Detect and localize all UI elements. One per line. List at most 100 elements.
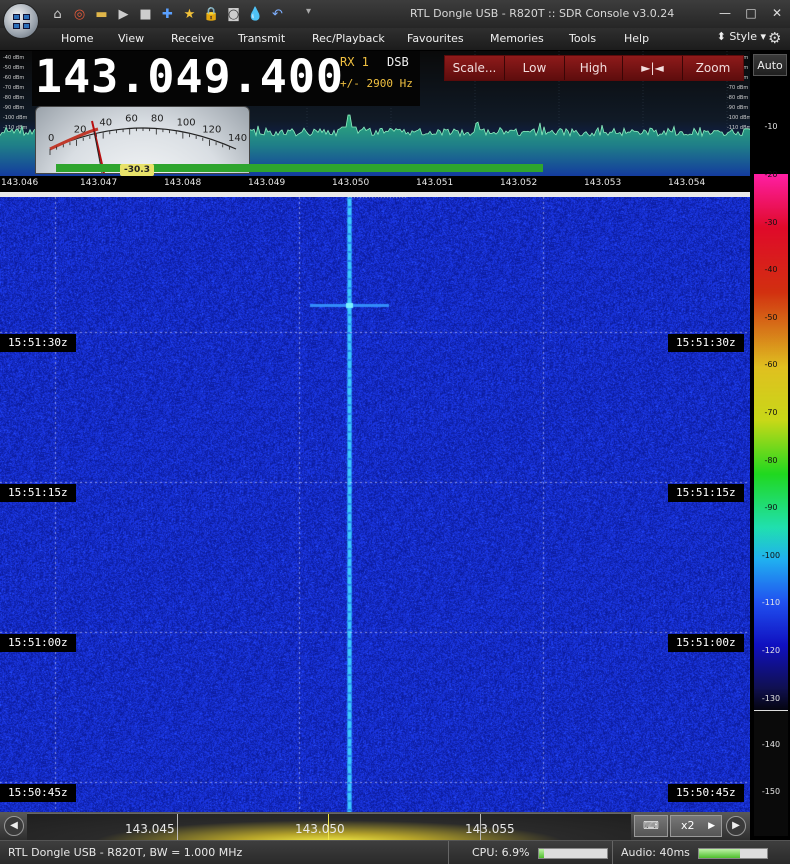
scale-label: -20 bbox=[764, 170, 778, 179]
signal-reading: -30.3 bbox=[120, 164, 154, 176]
dbm-label: -90 dBm bbox=[3, 105, 24, 111]
dbm-label: -90 dBm bbox=[727, 105, 748, 111]
sdr-console-window: ⌂ ◎ ▬ ▶ ■ ✚ ★ 🔒 ◙ 💧 ↶ ▾ RTL Dongle USB -… bbox=[0, 0, 790, 864]
meter-tick-label: 80 bbox=[151, 114, 164, 125]
dbm-label: -70 dBm bbox=[727, 85, 748, 91]
scale-button-group: Scale... Low High ►|◄ Zoom bbox=[444, 55, 744, 81]
lifebuoy-icon[interactable]: ◎ bbox=[70, 5, 89, 23]
freq-tick-label: 143.052 bbox=[500, 178, 538, 188]
timestamp-right: 15:51:00z bbox=[668, 634, 744, 652]
scroll-right-icon[interactable]: ▶ bbox=[726, 816, 746, 836]
audio-meter bbox=[698, 848, 768, 859]
rx-label: RX 1 bbox=[340, 55, 369, 69]
cpu-label: CPU: 6.9% bbox=[472, 846, 530, 859]
scale-label: -40 bbox=[764, 265, 778, 275]
scale-label: -110 bbox=[761, 598, 781, 608]
freq-tick-label: 143.050 bbox=[332, 178, 370, 188]
ribbon-menu-bar: Home View Receive Transmit Rec/Playback … bbox=[0, 28, 790, 50]
close-button[interactable]: ✕ bbox=[768, 4, 786, 22]
meter-tick-label: 120 bbox=[202, 124, 221, 135]
undo-icon[interactable]: ↶ bbox=[268, 5, 287, 23]
star-icon[interactable]: ★ bbox=[180, 5, 199, 23]
keyboard-icon: ⌨ bbox=[643, 819, 659, 832]
scale-label: -50 bbox=[764, 312, 778, 322]
audio-label: Audio: 40ms bbox=[621, 846, 690, 859]
scale-label: -140 bbox=[761, 740, 781, 749]
folder-icon[interactable]: ▬ bbox=[92, 5, 111, 23]
frequency-navigator[interactable]: 143.045 143.050 143.055 bbox=[27, 813, 631, 841]
scale-label: -130 bbox=[761, 693, 781, 703]
lock-icon[interactable]: 🔒 bbox=[202, 5, 221, 23]
gear-icon[interactable]: ⚙ bbox=[768, 29, 786, 47]
scale-label: -100 bbox=[761, 550, 781, 560]
quick-access-dropdown-icon[interactable]: ▾ bbox=[306, 6, 311, 17]
dbm-label: -40 dBm bbox=[3, 55, 24, 61]
bandwidth-label[interactable]: +/- 2900 Hz bbox=[340, 77, 413, 90]
camera-icon[interactable]: ◙ bbox=[224, 5, 243, 23]
auto-button[interactable]: Auto bbox=[753, 54, 787, 76]
freq-tick-label: 143.046 bbox=[1, 178, 39, 188]
menu-favourites[interactable]: Favourites bbox=[407, 32, 464, 45]
chevron-right-icon: ▶ bbox=[708, 821, 715, 831]
drop-icon[interactable]: 💧 bbox=[246, 5, 265, 23]
scale-label: -80 bbox=[764, 455, 778, 465]
freq-tick-label: 143.053 bbox=[584, 178, 622, 188]
plus-icon[interactable]: ✚ bbox=[158, 5, 177, 23]
menu-home[interactable]: Home bbox=[61, 32, 93, 45]
meter-tick-label: 20 bbox=[74, 124, 87, 135]
keyboard-button[interactable]: ⌨ bbox=[634, 815, 668, 837]
minimize-button[interactable]: — bbox=[716, 4, 734, 22]
vfo-frequency[interactable]: 143.049.400 bbox=[35, 50, 344, 103]
meter-tick-label: 100 bbox=[177, 117, 196, 128]
device-status: RTL Dongle USB - R820T, BW = 1.000 MHz bbox=[8, 846, 243, 859]
mode-label[interactable]: DSB bbox=[387, 55, 409, 69]
center-button[interactable]: ►|◄ bbox=[623, 56, 683, 80]
dbm-label: -70 dBm bbox=[3, 85, 24, 91]
menu-receive[interactable]: Receive bbox=[171, 32, 214, 45]
maximize-button[interactable]: □ bbox=[742, 4, 760, 22]
frequency-axis[interactable]: 143.046 143.047 143.048 143.049 143.050 … bbox=[0, 176, 750, 192]
menu-transmit[interactable]: Transmit bbox=[238, 32, 285, 45]
dbm-label: -100 dBm bbox=[727, 115, 750, 121]
waterfall-display[interactable] bbox=[0, 197, 750, 812]
timestamp-right: 15:50:45z bbox=[668, 784, 744, 802]
status-separator bbox=[448, 841, 449, 864]
timestamp-right: 15:51:30z bbox=[668, 334, 744, 352]
play-icon[interactable]: ▶ bbox=[114, 5, 133, 23]
menu-rec-playback[interactable]: Rec/Playback bbox=[312, 32, 385, 45]
navigator-label: 143.050 bbox=[295, 822, 345, 836]
scale-label: -70 bbox=[764, 408, 778, 417]
scale-label: -60 bbox=[764, 360, 778, 370]
scroll-left-icon[interactable]: ◀ bbox=[4, 816, 24, 836]
color-scale-bar[interactable] bbox=[754, 174, 788, 710]
timestamp-left: 15:50:45z bbox=[0, 784, 76, 802]
menu-tools[interactable]: Tools bbox=[569, 32, 596, 45]
scale-label: -150 bbox=[761, 787, 781, 796]
cpu-meter bbox=[538, 848, 608, 859]
window-controls: — □ ✕ bbox=[716, 4, 786, 22]
navigator-tick bbox=[177, 814, 178, 841]
meter-tick-label: 60 bbox=[125, 114, 138, 125]
meter-tick-label: 0 bbox=[48, 133, 54, 144]
home-icon[interactable]: ⌂ bbox=[48, 5, 67, 23]
menu-view[interactable]: View bbox=[118, 32, 144, 45]
scale-label: -120 bbox=[761, 646, 781, 655]
style-menu[interactable]: ⬍ Style ▾ bbox=[717, 30, 766, 43]
zoom-value: x2 bbox=[681, 819, 695, 832]
timestamp-left: 15:51:15z bbox=[0, 484, 76, 502]
scale-label: -10 bbox=[764, 122, 778, 131]
meter-tick-label: 140 bbox=[228, 133, 247, 144]
zoom-select[interactable]: x2 ▶ bbox=[670, 815, 722, 837]
stop-icon[interactable]: ■ bbox=[136, 5, 155, 23]
scale-button[interactable]: Scale... bbox=[445, 56, 505, 80]
app-orb-button[interactable] bbox=[3, 3, 39, 39]
zoom-button[interactable]: Zoom bbox=[683, 56, 743, 80]
low-button[interactable]: Low bbox=[505, 56, 565, 80]
menu-memories[interactable]: Memories bbox=[490, 32, 544, 45]
style-chevron-icon: ⬍ bbox=[716, 30, 730, 43]
freq-tick-label: 143.051 bbox=[416, 178, 454, 188]
cpu-meter-fill bbox=[539, 849, 544, 858]
freq-tick-label: 143.049 bbox=[248, 178, 286, 188]
menu-help[interactable]: Help bbox=[624, 32, 649, 45]
high-button[interactable]: High bbox=[565, 56, 623, 80]
